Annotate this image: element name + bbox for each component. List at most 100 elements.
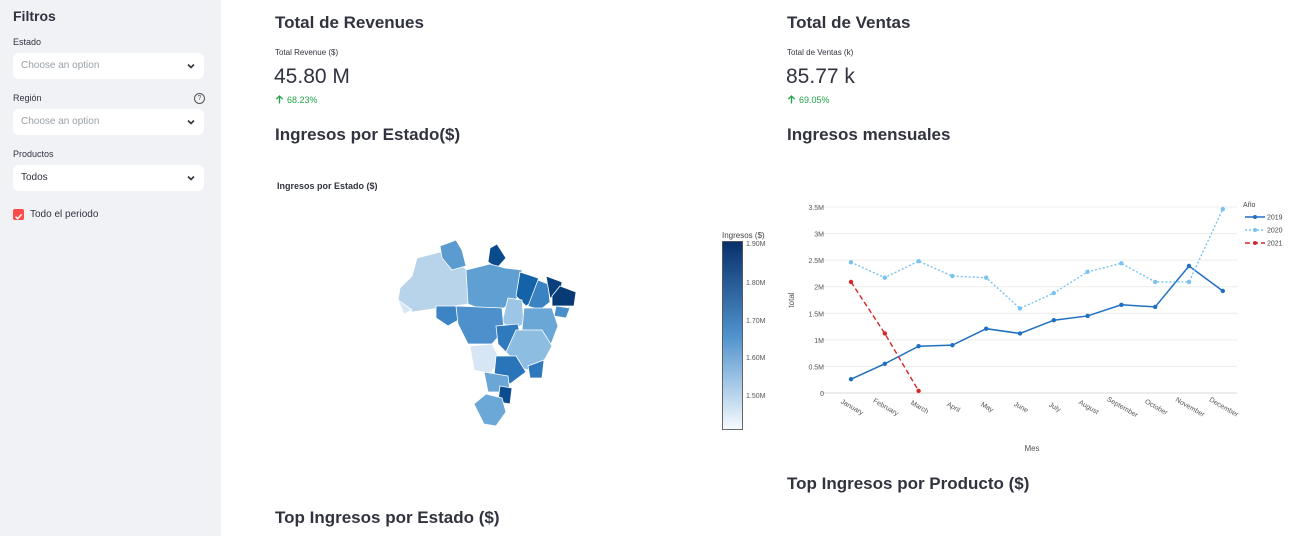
data-point-2021	[848, 279, 854, 285]
data-point-2019	[1085, 313, 1090, 319]
x-tick-label: November	[1174, 397, 1206, 420]
region-select[interactable]: Choose an option	[13, 109, 204, 135]
x-tick-label: January	[839, 398, 864, 417]
colorbar-tick: 1.70M	[746, 318, 766, 325]
state-mato-grosso[interactable]	[455, 305, 505, 345]
map-chart-title: Ingresos por Estado ($)	[277, 181, 378, 191]
colorbar-tick: 1.90M	[746, 241, 766, 248]
colorbar-title: Ingresos ($)	[722, 231, 765, 240]
x-tick-label: June	[1012, 401, 1029, 415]
estado-select[interactable]: Choose an option	[13, 53, 204, 79]
estado-label: Estado	[13, 37, 42, 47]
colorbar-tick: 1.80M	[746, 280, 766, 287]
region-label: Región	[13, 93, 42, 103]
data-point-2019	[916, 344, 921, 349]
legend-label-2019: 2019	[1267, 215, 1283, 222]
y-tick-label: 0.5M	[808, 364, 824, 371]
brazil-choropleth-map	[397, 239, 577, 427]
ventas-delta: 69.05%	[787, 95, 830, 105]
data-point-2020	[1119, 261, 1124, 266]
series-line-2019	[850, 264, 1224, 380]
legend-label-2021: 2021	[1267, 241, 1283, 248]
productos-label: Productos	[13, 149, 54, 159]
data-point-2020	[950, 273, 955, 279]
data-point-2020	[984, 275, 989, 280]
sidebar-title: Filtros	[13, 8, 56, 24]
data-point-2019	[1119, 302, 1124, 307]
line-section-heading: Ingresos mensuales	[787, 125, 951, 144]
productos-select[interactable]: Todos	[13, 165, 204, 191]
x-tick-label: March	[909, 400, 929, 416]
data-point-2019	[1220, 288, 1225, 294]
y-tick-label: 2.5M	[808, 258, 824, 265]
data-point-2020	[1051, 290, 1056, 296]
data-point-2020	[1085, 269, 1090, 275]
ventas-metric-value: 85.77 k	[786, 65, 855, 88]
chevron-down-icon	[187, 63, 195, 69]
data-point-2019	[950, 342, 955, 348]
y-tick-label: 3M	[814, 232, 824, 239]
arrow-up-icon	[275, 95, 284, 104]
data-point-2019	[1051, 317, 1056, 323]
state-rio-grande-sul[interactable]	[473, 393, 507, 427]
chevron-down-icon	[187, 119, 195, 125]
data-point-2020	[848, 260, 854, 265]
state-alagoas-sergipe[interactable]	[553, 305, 571, 319]
region-placeholder: Choose an option	[21, 116, 100, 127]
top-estado-heading: Top Ingresos por Estado ($)	[275, 508, 500, 527]
y-tick-label: 0	[820, 391, 824, 398]
y-tick-label: 1M	[814, 338, 824, 345]
data-point-2019	[984, 326, 989, 331]
y-tick-label: 1.5M	[808, 311, 824, 318]
y-tick-label: 2M	[814, 285, 824, 292]
revenue-metric-value: 45.80 M	[274, 65, 350, 88]
x-tick-label: December	[1208, 397, 1240, 420]
legend-title: Año	[1243, 202, 1256, 209]
y-axis-title: total	[787, 292, 796, 307]
legend-marker-2021	[1253, 241, 1257, 245]
ventas-metric-label: Total de Ventas (k)	[787, 48, 854, 57]
revenue-metric-label: Total Revenue ($)	[275, 48, 339, 57]
ventas-heading: Total de Ventas	[787, 13, 911, 32]
x-axis-title: Mes	[1024, 444, 1039, 453]
revenue-delta: 68.23%	[275, 95, 318, 105]
data-point-2019	[1153, 304, 1158, 310]
arrow-up-icon	[787, 95, 796, 104]
x-tick-label: February	[872, 398, 900, 418]
data-point-2021	[882, 331, 887, 336]
ventas-delta-value: 69.05%	[799, 95, 830, 105]
top-producto-heading: Top Ingresos por Producto ($)	[787, 474, 1030, 493]
data-point-2020	[1186, 279, 1192, 285]
x-tick-label: August	[1077, 399, 1099, 416]
help-icon[interactable]: ?	[194, 93, 205, 104]
revenues-heading: Total de Revenues	[275, 13, 424, 32]
periodo-label: Todo el periodo	[30, 209, 99, 220]
productos-value: Todos	[21, 172, 48, 183]
x-tick-label: September	[1106, 396, 1140, 420]
chevron-down-icon	[187, 175, 195, 181]
data-point-2020	[1220, 206, 1225, 212]
legend-label-2020: 2020	[1267, 228, 1283, 235]
legend-marker-2019	[1253, 215, 1257, 219]
data-point-2019	[1017, 331, 1023, 336]
data-point-2020	[1017, 306, 1023, 311]
data-point-2019	[848, 376, 854, 382]
revenue-delta-value: 68.23%	[287, 95, 318, 105]
x-tick-label: October	[1143, 398, 1169, 417]
colorbar-tick: 1.60M	[746, 355, 766, 362]
data-point-2020	[882, 275, 887, 280]
data-point-2019	[882, 361, 887, 366]
sidebar: Filtros Estado Choose an option Región ?…	[0, 0, 221, 536]
colorbar-tick: 1.50M	[746, 393, 766, 400]
map-section-heading: Ingresos por Estado($)	[275, 125, 461, 144]
data-point-2020	[916, 259, 921, 264]
y-tick-label: 3.5M	[808, 205, 824, 212]
x-tick-label: May	[979, 401, 994, 414]
legend-marker-2020	[1253, 228, 1257, 232]
data-point-2020	[1153, 279, 1158, 285]
colorbar	[722, 241, 743, 430]
x-tick-label: April	[945, 401, 961, 414]
data-point-2021	[916, 388, 921, 394]
checkbox-checked-icon[interactable]	[13, 209, 24, 220]
estado-placeholder: Choose an option	[21, 60, 100, 71]
